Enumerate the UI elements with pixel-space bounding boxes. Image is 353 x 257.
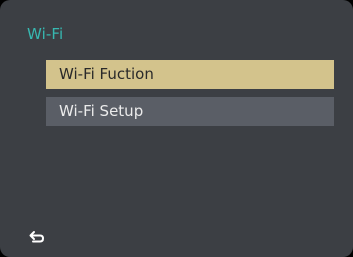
menu-item-wifi-function[interactable]: Wi-Fi Fuction xyxy=(46,60,334,89)
wifi-menu-screen: Wi-Fi Wi-Fi Fuction Wi-Fi Setup xyxy=(0,0,353,257)
menu-list: Wi-Fi Fuction Wi-Fi Setup xyxy=(46,60,334,134)
page-title: Wi-Fi xyxy=(27,25,64,43)
return-arrow-icon xyxy=(29,231,44,243)
menu-item-wifi-setup[interactable]: Wi-Fi Setup xyxy=(46,97,334,126)
back-button[interactable] xyxy=(27,228,47,246)
